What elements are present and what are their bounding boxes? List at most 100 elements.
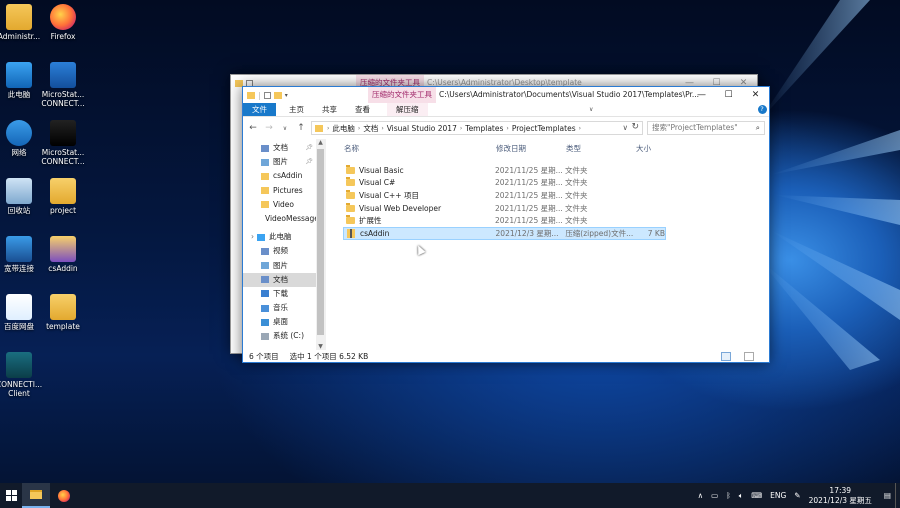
breadcrumb-templates[interactable]: Templates [465,124,503,133]
close-button[interactable]: ✕ [742,87,769,103]
column-size[interactable]: 大小 [636,143,676,154]
explorer-window[interactable]: | ▾ 压缩的文件夹工具 C:\Users\Administrator\Docu… [242,86,770,363]
taskbar-file-explorer[interactable] [22,483,50,508]
maximize-button[interactable]: ☐ [715,87,742,103]
breadcrumb-this-pc[interactable]: 此电脑 [332,123,355,134]
notifications-icon[interactable]: ▤ [884,491,891,500]
scroll-thumb[interactable] [317,149,324,335]
nav-item-label: csAddin [273,171,303,181]
nav-item[interactable]: 系统 (C:) [243,329,317,343]
expand-ribbon-icon[interactable]: ∨ [584,103,598,116]
tab-file[interactable]: 文件 [243,103,276,116]
pen-icon[interactable]: ✎ [794,491,800,500]
breadcrumb-documents[interactable]: 文档 [363,123,378,134]
desktop-icon-7[interactable]: project [35,178,91,215]
show-hidden-icons-icon[interactable]: ∧ [698,491,704,500]
nav-item-label: 图片 [273,157,288,167]
zip-folder-icon [347,228,355,238]
nav-item[interactable]: 音乐 [243,301,317,315]
desktop-icon-12[interactable]: CONNECTI... Client [0,352,47,398]
tab-view[interactable]: 查看 [346,103,379,116]
nav-item[interactable]: 图片 📌︎ [243,155,317,169]
desktop-icon-11[interactable]: template [35,294,91,331]
nav-item[interactable]: 桌面 [243,315,317,329]
compressed-folder-tools-tab[interactable]: 压缩的文件夹工具 [368,87,436,103]
nav-item[interactable]: 文档 📌︎ [243,141,317,155]
recycle-bin-icon [6,178,32,204]
scroll-down-icon[interactable]: ▼ [316,343,325,350]
nav-item[interactable]: 下载 [243,287,317,301]
nav-item-label: 音乐 [273,303,288,313]
recent-locations-icon[interactable]: ∨ [279,125,291,132]
taskbar-firefox[interactable] [50,483,78,508]
file-name: Visual C++ 项目 [359,190,419,200]
nav-scrollbar[interactable]: ▲ ▼ [316,139,325,350]
desktop-icon-1[interactable]: Firefox [35,4,91,41]
language-indicator[interactable]: ENG [770,491,786,500]
file-name: Visual Web Developer [359,203,442,213]
nav-item-label: 此电脑 [269,232,292,242]
file-row[interactable]: 扩展性 2021/11/25 星期... 文件夹 [343,214,666,227]
nav-item[interactable]: Video [243,198,317,212]
file-row[interactable]: csAddin 2021/12/3 星期... 压缩(zipped)文件... 7 K… [343,227,666,240]
search-placeholder: 搜索"ProjectTemplates" [652,123,738,132]
new-folder-icon[interactable] [273,91,282,99]
address-bar[interactable]: › 此电脑 › 文档 › Visual Studio 2017 › Templates… [311,121,643,135]
file-row[interactable]: Visual C# 2021/11/25 星期... 文件夹 [343,177,666,190]
breadcrumb-visual-studio[interactable]: Visual Studio 2017 [387,124,457,133]
file-row[interactable]: Visual Web Developer 2021/11/25 星期... 文件夹 [343,202,666,215]
nav-item[interactable]: 图片 [243,259,317,273]
show-desktop-button[interactable] [895,483,900,508]
address-dropdown-icon[interactable]: ∨ [623,123,629,132]
large-icons-view-icon[interactable] [744,352,754,361]
nav-item[interactable]: VideoMessage [243,212,317,226]
tab-share[interactable]: 共享 [313,103,346,116]
chevron-down-icon[interactable]: ▾ [285,92,288,99]
tab-home[interactable]: 主页 [280,103,313,116]
back-arrow-icon[interactable]: ← [247,123,259,133]
file-type: 文件夹 [565,203,588,213]
minimize-button[interactable]: — [688,87,715,103]
nav-item-label: 文档 [273,274,288,284]
file-row[interactable]: Visual C++ 项目 2021/11/25 星期... 文件夹 [343,189,666,202]
forward-arrow-icon[interactable]: → [263,123,275,133]
help-icon[interactable]: ? [755,103,769,116]
file-name: 扩展性 [359,216,382,226]
nav-item-label: 下载 [273,288,288,298]
nav-item[interactable]: 视频 [243,244,317,258]
nav-item-label: 桌面 [273,317,288,327]
scroll-up-icon[interactable]: ▲ [316,139,325,146]
start-button[interactable] [0,483,22,508]
properties-icon[interactable] [263,91,271,99]
volume-icon[interactable]: 🔈︎ [739,491,744,501]
tab-extract[interactable]: 解压缩 [387,103,428,116]
column-type[interactable]: 类型 [566,143,636,154]
selection-info: 选中 1 个项目 6.52 KB [289,351,369,361]
up-arrow-icon[interactable]: ↑ [295,123,307,133]
desktop-icon-3[interactable]: MicroStat... CONNECT... [35,62,91,108]
desktop-icon-5[interactable]: MicroStat... CONNECT... [35,120,91,166]
network-status-icon[interactable]: ▭ [711,491,718,500]
refresh-icon[interactable]: ↻ [631,122,639,132]
desktop-icon-9[interactable]: csAddin [35,236,91,273]
input-indicator-icon[interactable]: ⌨︎ [751,491,762,500]
this-pc-icon [6,62,32,88]
search-input[interactable]: 搜索"ProjectTemplates" ⌕ [647,121,765,135]
clock-time: 17:39 [829,485,852,495]
details-view-icon[interactable] [721,352,731,361]
clock[interactable]: 17:39 2021/12/3 星期五 [809,486,872,506]
nav-item[interactable]: › 此电脑 [243,230,317,244]
chevron-right-icon[interactable]: › [251,230,254,244]
nav-item[interactable]: 文档 [243,272,317,287]
window-title: C:\Users\Administrator\Documents\Visual … [439,90,700,99]
column-name[interactable]: 名称 [326,143,496,154]
breadcrumb-project-templates[interactable]: ProjectTemplates [512,124,576,133]
nav-item[interactable]: Pictures [243,184,317,198]
folder-icon [261,318,269,326]
folder-icon [346,202,355,212]
nav-item[interactable]: csAddin [243,169,317,183]
file-row[interactable]: Visual Basic 2021/11/25 星期... 文件夹 [343,164,666,177]
bluetooth-icon[interactable]: ᛒ [726,491,731,500]
column-date[interactable]: 修改日期 [496,143,566,154]
folder-icon [261,187,269,195]
